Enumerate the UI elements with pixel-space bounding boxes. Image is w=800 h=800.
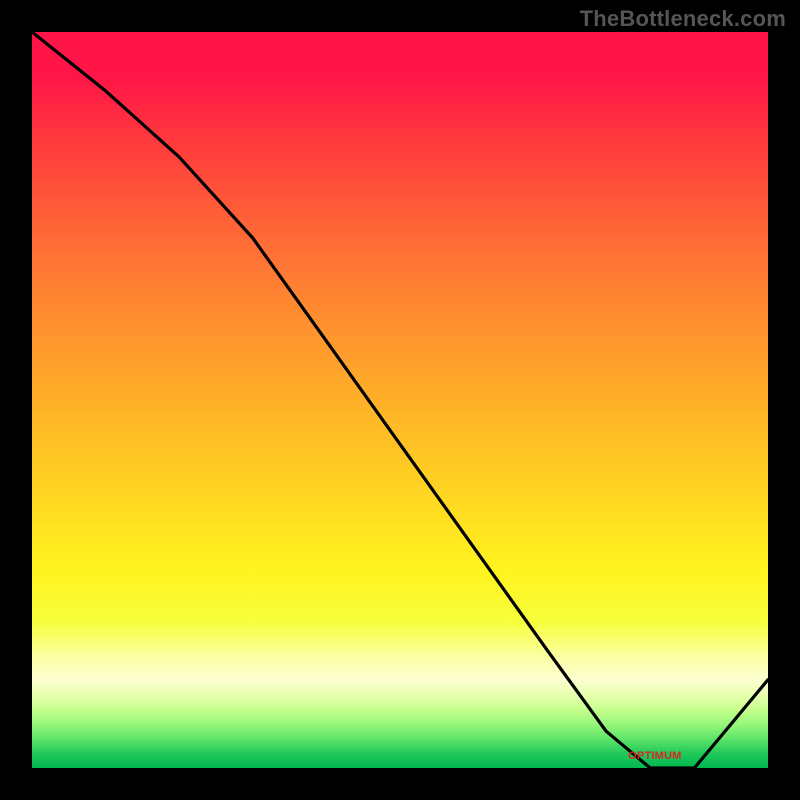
bottleneck-curve: [32, 32, 768, 768]
plot-area: OPTIMUM: [32, 32, 768, 768]
attribution-label: TheBottleneck.com: [580, 6, 786, 32]
curve-svg: [32, 32, 768, 768]
chart-frame: TheBottleneck.com OPTIMUM: [0, 0, 800, 800]
optimum-label: OPTIMUM: [628, 750, 681, 762]
